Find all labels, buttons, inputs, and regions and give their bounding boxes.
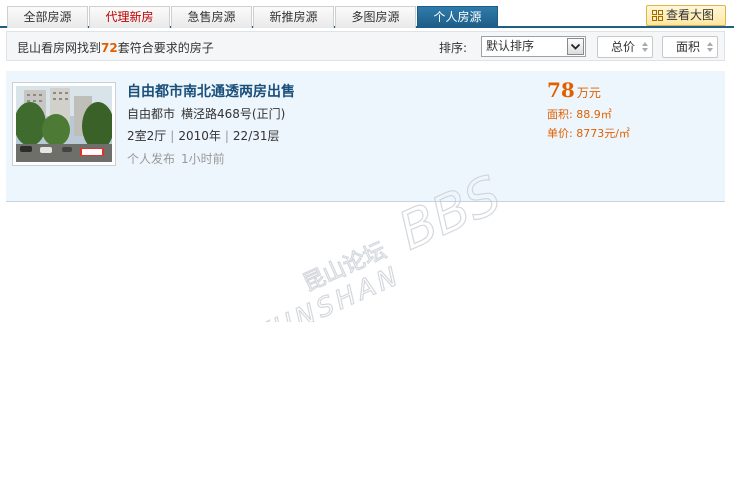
publish-info: 个人发布 1小时前 <box>127 150 225 167</box>
chevron-down-icon[interactable] <box>567 38 584 55</box>
area-sort-label: 面积 <box>676 40 701 54</box>
grid-icon <box>652 10 663 21</box>
summary-suffix: 套符合要求的房子 <box>117 41 214 55</box>
tab-new-listings[interactable]: 新推房源 <box>253 6 334 28</box>
svg-text:KUNSHAN: KUNSHAN <box>251 261 406 322</box>
tab-urgent-sale[interactable]: 急售房源 <box>171 6 252 28</box>
tab-personal-listings[interactable]: 个人房源 <box>417 6 498 28</box>
listing-card: 自由都市南北通透两房出售 自由都市 横泾路468号(正门) 2室2厅 | 2010年 |… <box>6 71 725 202</box>
floor-info: 22/31层 <box>232 129 280 143</box>
listing-area: 面积: 88.9㎡ <box>547 108 612 121</box>
price-value: 78 <box>547 78 575 102</box>
summary-prefix: 昆山看房网找到 <box>17 41 102 55</box>
result-count: 72 <box>101 41 118 55</box>
building-photo <box>16 86 112 162</box>
room-layout: 2室2厅 <box>127 129 167 143</box>
community-name: 自由都市 <box>127 107 176 121</box>
listing-thumbnail[interactable] <box>12 82 116 166</box>
build-year: 2010年 <box>178 129 221 143</box>
divider: | <box>170 129 175 143</box>
divider: | <box>224 129 229 143</box>
sort-select[interactable]: 默认排序 <box>481 36 586 57</box>
listing-details: 2室2厅 | 2010年 | 22/31层 <box>127 127 280 144</box>
area-sort-toggle[interactable]: 面积 <box>662 36 718 58</box>
svg-text:昆山论坛: 昆山论坛 <box>299 238 390 297</box>
tab-multi-photo[interactable]: 多图房源 <box>335 6 416 28</box>
price-sort-toggle[interactable]: 总价 <box>597 36 653 58</box>
price-sort-label: 总价 <box>611 40 636 54</box>
filter-bar: 昆山看房网找到72套符合要求的房子 排序: 默认排序 总价 面积 <box>6 31 725 61</box>
sort-label: 排序: <box>439 41 468 55</box>
sort-arrows-icon <box>642 42 648 52</box>
listing-address: 自由都市 横泾路468号(正门) <box>127 105 285 122</box>
tab-all-listings[interactable]: 全部房源 <box>7 6 88 28</box>
big-view-button[interactable]: 查看大图 <box>646 5 726 26</box>
listing-unit-price: 单价: 8773元/㎡ <box>547 127 630 140</box>
tab-agency-new[interactable]: 代理新房 <box>89 6 170 28</box>
publish-time: 1小时前 <box>181 152 225 166</box>
sort-arrows-icon <box>707 42 713 52</box>
category-tabs: 全部房源 代理新房 急售房源 新推房源 多图房源 个人房源 查看大图 <box>0 0 734 28</box>
big-view-label: 查看大图 <box>666 8 715 22</box>
result-summary: 昆山看房网找到72套符合要求的房子 <box>17 39 214 56</box>
listing-price: 78 万元 <box>547 78 601 102</box>
publisher-type: 个人发布 <box>127 152 176 166</box>
price-unit: 万元 <box>576 86 601 100</box>
road-address: 横泾路468号(正门) <box>181 107 286 121</box>
listing-title[interactable]: 自由都市南北通透两房出售 <box>127 81 295 101</box>
sort-select-value: 默认排序 <box>486 39 535 53</box>
